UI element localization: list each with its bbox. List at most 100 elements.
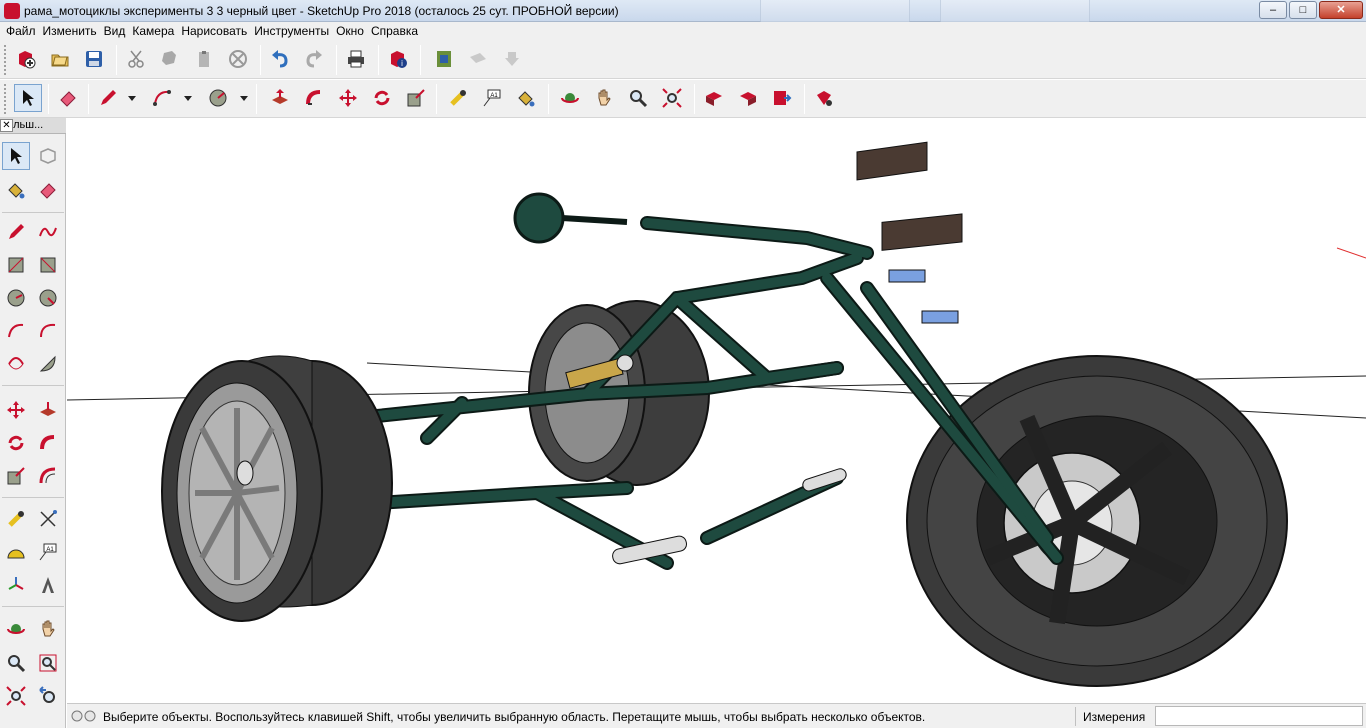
zoom-button[interactable] bbox=[2, 649, 30, 677]
menu-draw[interactable]: Нарисовать bbox=[181, 22, 253, 41]
menu-camera[interactable]: Камера bbox=[132, 22, 180, 41]
ruby-icon bbox=[817, 91, 832, 106]
rectangle-tool-button[interactable] bbox=[2, 251, 30, 279]
axes-tool-button[interactable] bbox=[2, 571, 30, 599]
toolbar-grip[interactable] bbox=[4, 84, 8, 114]
tray-header: Больш... ✕ bbox=[0, 118, 66, 134]
menu-tools[interactable]: Инструменты bbox=[254, 22, 335, 41]
redo-button[interactable] bbox=[300, 45, 328, 73]
move-tool-button[interactable] bbox=[334, 84, 362, 112]
freehand-icon bbox=[39, 227, 57, 237]
arc-tool-button[interactable] bbox=[148, 84, 176, 112]
menu-view[interactable]: Вид bbox=[104, 22, 132, 41]
rotate-tool-button[interactable] bbox=[2, 429, 30, 457]
eraser-tool-button[interactable] bbox=[34, 176, 62, 204]
follow-me-button[interactable] bbox=[300, 84, 328, 112]
3d-text-button[interactable] bbox=[34, 571, 62, 599]
push-pull-button[interactable] bbox=[266, 84, 294, 112]
orbit-button[interactable] bbox=[556, 84, 584, 112]
line-tool-button[interactable] bbox=[2, 218, 30, 246]
two-point-arc-icon bbox=[40, 323, 56, 338]
select-tool-button[interactable] bbox=[14, 84, 42, 112]
save-button[interactable] bbox=[80, 45, 108, 73]
share-model-button[interactable] bbox=[464, 45, 492, 73]
dimension-tool-button[interactable] bbox=[34, 505, 62, 533]
follow-me-button[interactable] bbox=[34, 429, 62, 457]
extension-warehouse-button[interactable] bbox=[498, 45, 526, 73]
make-component-button[interactable] bbox=[34, 142, 62, 170]
model-viewport[interactable] bbox=[67, 118, 1366, 703]
shape-tool-button[interactable] bbox=[204, 84, 232, 112]
line-dropdown-icon[interactable] bbox=[128, 96, 136, 101]
orbit-button[interactable] bbox=[2, 615, 30, 643]
tray-close-icon[interactable]: ✕ bbox=[0, 119, 13, 132]
circle-tool-button[interactable] bbox=[2, 284, 30, 312]
paint-bucket-button[interactable] bbox=[512, 84, 540, 112]
print-button[interactable] bbox=[342, 45, 370, 73]
scale-tool-button[interactable] bbox=[2, 462, 30, 490]
paint-bucket-button[interactable] bbox=[2, 176, 30, 204]
eraser-tool-button[interactable] bbox=[54, 84, 82, 112]
polygon-tool-button[interactable] bbox=[34, 284, 62, 312]
text-tool-button[interactable]: A1 bbox=[34, 538, 62, 566]
protractor-button[interactable] bbox=[2, 538, 30, 566]
toolbar-grip[interactable] bbox=[4, 45, 8, 75]
line-tool-button[interactable] bbox=[94, 84, 122, 112]
maximize-button[interactable]: □ bbox=[1289, 1, 1317, 19]
open-button[interactable] bbox=[46, 45, 74, 73]
dimension-icon bbox=[40, 510, 57, 527]
freehand-tool-button[interactable] bbox=[34, 218, 62, 246]
tape-measure-button[interactable] bbox=[444, 84, 472, 112]
rotate-icon bbox=[374, 90, 390, 106]
model-info-button[interactable]: i bbox=[384, 45, 412, 73]
new-file-button[interactable] bbox=[12, 45, 40, 73]
zoom-extents-button[interactable] bbox=[658, 84, 686, 112]
rotated-rectangle-button[interactable] bbox=[34, 251, 62, 279]
model-info-icon: i bbox=[391, 51, 407, 68]
3d-warehouse-button[interactable] bbox=[430, 45, 458, 73]
previous-view-button[interactable] bbox=[34, 682, 62, 710]
menu-window[interactable]: Окно bbox=[336, 22, 370, 41]
cut-button[interactable] bbox=[122, 45, 150, 73]
extension-manager-button[interactable] bbox=[810, 84, 838, 112]
two-point-arc-button[interactable] bbox=[34, 317, 62, 345]
measurements-input[interactable] bbox=[1155, 706, 1363, 726]
pie-tool-button[interactable] bbox=[34, 350, 62, 378]
arc-dropdown-icon[interactable] bbox=[184, 96, 192, 101]
scale-tool-button[interactable] bbox=[402, 84, 430, 112]
orbit-icon bbox=[7, 624, 25, 634]
move-tool-button[interactable] bbox=[2, 396, 30, 424]
three-point-arc-button[interactable] bbox=[2, 350, 30, 378]
minimize-button[interactable]: – bbox=[1259, 1, 1287, 19]
push-pull-button[interactable] bbox=[34, 396, 62, 424]
menu-help[interactable]: Справка bbox=[371, 22, 424, 41]
zoom-button[interactable] bbox=[624, 84, 652, 112]
select-tool-button[interactable] bbox=[2, 142, 30, 170]
paste-button[interactable] bbox=[190, 45, 218, 73]
arc-tool-button[interactable] bbox=[2, 317, 30, 345]
scale-icon bbox=[407, 89, 425, 107]
zoom-extents-button[interactable] bbox=[2, 682, 30, 710]
warehouse-share-button[interactable] bbox=[734, 84, 762, 112]
warehouse-get-button[interactable] bbox=[700, 84, 728, 112]
rotate-tool-button[interactable] bbox=[368, 84, 396, 112]
zoom-window-button[interactable] bbox=[34, 649, 62, 677]
close-button[interactable]: ✕ bbox=[1319, 1, 1363, 19]
offset-tool-button[interactable] bbox=[34, 462, 62, 490]
toolbar-separator bbox=[420, 45, 421, 75]
tape-measure-button[interactable] bbox=[2, 505, 30, 533]
status-info-icons[interactable] bbox=[71, 709, 97, 723]
menu-file[interactable]: Файл bbox=[6, 22, 42, 41]
shape-dropdown-icon[interactable] bbox=[240, 96, 248, 101]
copy-button[interactable] bbox=[156, 45, 184, 73]
pan-button[interactable] bbox=[590, 84, 618, 112]
text-tool-button[interactable]: A1 bbox=[478, 84, 506, 112]
undo-button[interactable] bbox=[266, 45, 294, 73]
pan-button[interactable] bbox=[34, 615, 62, 643]
layout-button[interactable] bbox=[768, 84, 796, 112]
protractor-icon bbox=[7, 549, 25, 559]
printer-icon bbox=[348, 50, 364, 68]
tape-measure-icon bbox=[8, 511, 24, 527]
erase-button[interactable] bbox=[224, 45, 252, 73]
menu-edit[interactable]: Изменить bbox=[43, 22, 103, 41]
